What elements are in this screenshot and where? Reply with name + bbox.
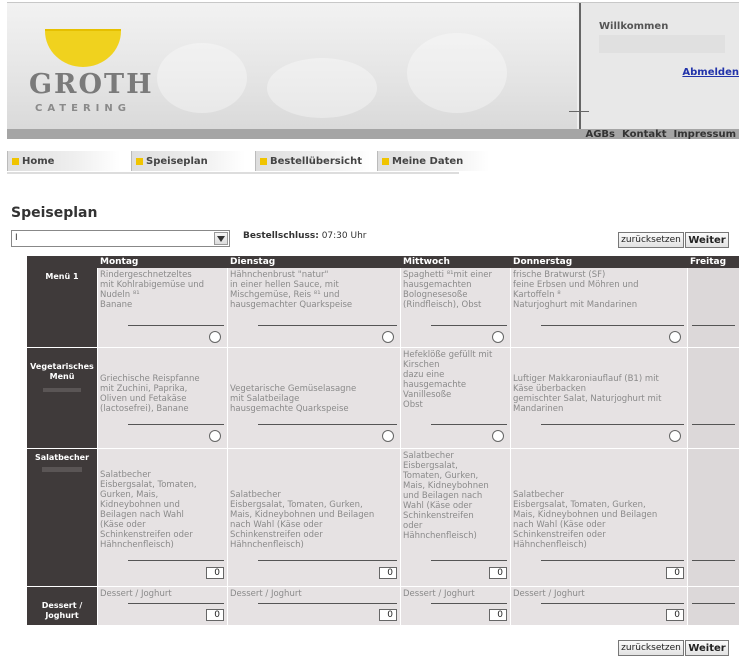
menu-cell: Salatbecher Eisbergsalat, Tomaten, Gurke… — [400, 449, 510, 586]
quantity-input[interactable]: 0 — [489, 609, 507, 621]
choose-radio[interactable] — [669, 331, 681, 343]
dish-text: Luftiger Makkaroniauflauf (B1) mit Käse … — [513, 374, 662, 414]
impressum-link[interactable]: Impressum — [674, 129, 736, 140]
logo-wordmark: GROTH — [29, 69, 154, 100]
next-button-top[interactable]: Weiter — [685, 232, 729, 248]
tab-marker-icon — [12, 157, 19, 165]
dish-text: Rindergeschnetzeltes mit Kohlrabigemüse … — [100, 270, 205, 310]
menu-cell: Salatbecher Eisbergsalat, Tomaten, Gurke… — [227, 449, 400, 586]
deadline-value: 07:30 Uhr — [321, 231, 367, 241]
week-select[interactable]: I — [11, 230, 230, 247]
menu-cell: Vegetarische Gemüselasagne mit Salatbeil… — [227, 348, 400, 448]
quantity-input[interactable]: 0 — [379, 567, 397, 579]
logo-bowl-icon — [45, 29, 121, 67]
user-name-box — [599, 35, 725, 53]
dish-text: Dessert / Joghurt — [403, 589, 475, 599]
friday-cell — [687, 587, 739, 625]
row-label-salad: Salatbecher — [27, 449, 97, 586]
tab-meine-daten[interactable]: Meine Daten — [377, 151, 489, 171]
tab-home[interactable]: Home — [7, 151, 120, 171]
dish-text: Salatbecher Eisbergsalat, Tomaten, Gurke… — [230, 490, 375, 550]
menu-cell: Dessert / Joghurt 0 — [400, 587, 510, 625]
groth-catering-logo[interactable]: GROTH CATERING — [21, 21, 152, 121]
menu-cell: Hefeklöße gefüllt mit Kirschen dazu eine… — [400, 348, 510, 448]
reset-button-top[interactable]: zurücksetzen — [618, 232, 684, 248]
quantity-input[interactable]: 0 — [489, 567, 507, 579]
choose-radio[interactable] — [209, 430, 221, 442]
dish-text: Vegetarische Gemüselasagne mit Salatbeil… — [230, 384, 357, 414]
tab-marker-icon — [260, 157, 267, 165]
corner-header — [27, 256, 97, 268]
welcome-text: Willkommen — [599, 21, 669, 32]
menu-cell: Salatbecher Eisbergsalat, Tomaten, Gurke… — [97, 449, 227, 586]
friday-cell — [687, 268, 739, 347]
dish-text: Salatbecher Eisbergsalat, Tomaten, Gurke… — [403, 451, 489, 541]
quantity-input[interactable]: 0 — [379, 609, 397, 621]
dish-text: Griechische Reispfanne mit Zuchini, Papr… — [100, 374, 200, 414]
week-select-value: I — [15, 233, 18, 243]
user-panel: Willkommen Abmelden — [569, 3, 739, 132]
menu-cell: Luftiger Makkaroniauflauf (B1) mit Käse … — [510, 348, 687, 448]
row-label-dessert: Dessert / Joghurt — [27, 587, 97, 625]
choose-radio[interactable] — [669, 430, 681, 442]
row-label-vegetarian: Vegetarisches Menü — [27, 348, 97, 448]
choose-radio[interactable] — [209, 331, 221, 343]
row-label-menu1: Menü 1 — [27, 268, 97, 347]
day-header-friday: Freitag — [687, 256, 739, 268]
tab-bestelluebersicht[interactable]: Bestellübersicht — [255, 151, 370, 171]
menu-cell: Dessert / Joghurt 0 — [227, 587, 400, 625]
dish-text: Dessert / Joghurt — [100, 589, 172, 599]
menu-cell: Spaghetti ⁸¹mit einer hausgemachten Bolo… — [400, 268, 510, 347]
choose-radio[interactable] — [382, 331, 394, 343]
tab-underline — [7, 172, 459, 174]
day-header-thursday: Donnerstag — [510, 256, 687, 268]
menu-cell: Salatbecher Eisbergsalat, Tomaten, Gurke… — [510, 449, 687, 586]
quantity-input[interactable]: 0 — [666, 609, 684, 621]
dish-text: frische Bratwurst (SF) feine Erbsen und … — [513, 270, 639, 310]
order-deadline: Bestellschluss: 07:30 Uhr — [243, 231, 366, 241]
menu-table: Montag Dienstag Mittwoch Donnerstag Frei… — [27, 256, 739, 625]
logo-subtitle: CATERING — [35, 103, 131, 114]
menu-cell: frische Bratwurst (SF) feine Erbsen und … — [510, 268, 687, 347]
top-links: AGBs Kontakt Impressum — [585, 129, 736, 140]
menu-cell: Rindergeschnetzeltes mit Kohlrabigemüse … — [97, 268, 227, 347]
logout-link[interactable]: Abmelden — [682, 67, 739, 78]
quantity-input[interactable]: 0 — [206, 567, 224, 579]
menu-cell: Dessert / Joghurt 0 — [510, 587, 687, 625]
day-header-wednesday: Mittwoch — [400, 256, 510, 268]
dish-text: Hähnchenbrust "natur" in einer hellen Sa… — [230, 270, 353, 310]
day-header-tuesday: Dienstag — [227, 256, 400, 268]
quantity-input[interactable]: 0 — [206, 609, 224, 621]
chevron-down-icon[interactable] — [214, 232, 228, 245]
tab-speiseplan[interactable]: Speiseplan — [131, 151, 245, 171]
site-header: GROTH CATERING Willkommen Abmelden — [7, 2, 739, 132]
dish-text: Dessert / Joghurt — [230, 589, 302, 599]
dish-text: Dessert / Joghurt — [513, 589, 585, 599]
friday-cell — [687, 449, 739, 586]
page-title: Speiseplan — [11, 205, 98, 221]
agbs-link[interactable]: AGBs — [585, 129, 615, 140]
quantity-input[interactable]: 0 — [666, 567, 684, 579]
menu-cell: Dessert / Joghurt 0 — [97, 587, 227, 625]
tab-marker-icon — [136, 157, 143, 165]
choose-radio[interactable] — [492, 331, 504, 343]
choose-radio[interactable] — [382, 430, 394, 442]
day-header-monday: Montag — [97, 256, 227, 268]
next-button-bottom[interactable]: Weiter — [685, 640, 729, 656]
menu-cell: Hähnchenbrust "natur" in einer hellen Sa… — [227, 268, 400, 347]
dish-text: Hefeklöße gefüllt mit Kirschen dazu eine… — [403, 350, 493, 410]
dish-text: Salatbecher Eisbergsalat, Tomaten, Gurke… — [100, 470, 197, 550]
choose-radio[interactable] — [492, 430, 504, 442]
tab-marker-icon — [382, 157, 389, 165]
header-background-image: GROTH CATERING — [7, 3, 577, 132]
reset-button-bottom[interactable]: zurücksetzen — [618, 640, 684, 656]
kontakt-link[interactable]: Kontakt — [622, 129, 667, 140]
dish-text: Salatbecher Eisbergsalat, Tomaten, Gurke… — [513, 490, 658, 550]
deadline-label: Bestellschluss: — [243, 231, 319, 241]
dish-text: Spaghetti ⁸¹mit einer hausgemachten Bolo… — [403, 270, 492, 310]
friday-cell — [687, 348, 739, 448]
menu-cell: Griechische Reispfanne mit Zuchini, Papr… — [97, 348, 227, 448]
